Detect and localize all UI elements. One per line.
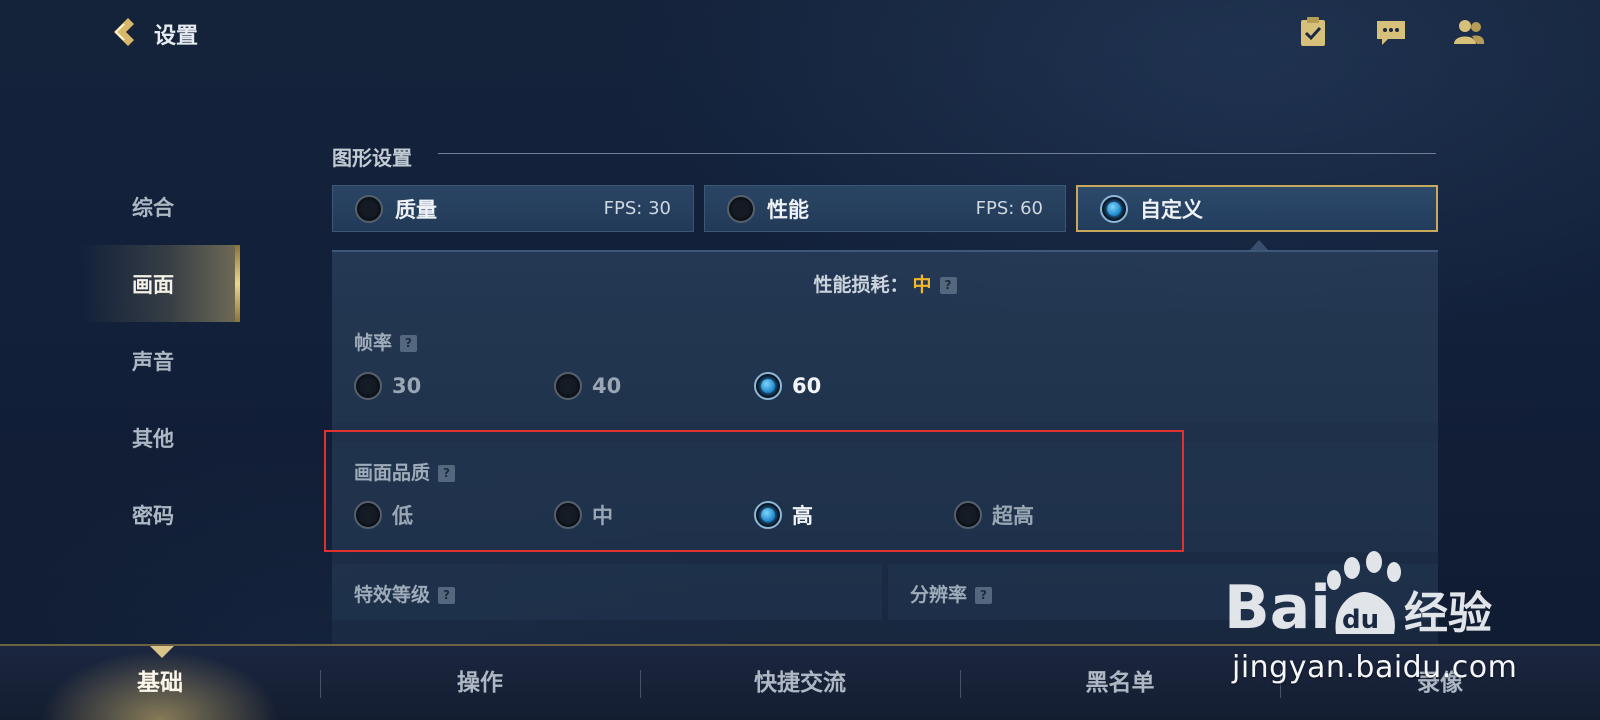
back-arrow-icon[interactable] bbox=[106, 14, 142, 50]
sidebar-item-password[interactable]: 密码 bbox=[80, 476, 240, 553]
sidebar-item-sound[interactable]: 声音 bbox=[80, 322, 240, 399]
top-bar: 设置 bbox=[0, 0, 1600, 70]
tab-basic[interactable]: 基础 bbox=[0, 658, 320, 708]
radio-icon bbox=[554, 372, 582, 400]
sidebar-item-label: 其他 bbox=[132, 426, 174, 451]
option-label: 60 bbox=[792, 374, 822, 398]
frame-rate-option[interactable]: 60 bbox=[754, 372, 821, 400]
setting-title: 帧率? bbox=[354, 328, 418, 355]
baidu-watermark-logo: Bai du 经验 bbox=[1224, 551, 1492, 643]
option-label: 30 bbox=[392, 374, 422, 398]
setting-title: 分辨率? bbox=[910, 580, 993, 607]
frame-rate-title: 帧率 bbox=[354, 332, 393, 354]
radio-selected-icon bbox=[1100, 194, 1128, 223]
chat-icon[interactable] bbox=[1374, 16, 1408, 48]
friends-icon[interactable] bbox=[1452, 16, 1486, 48]
perf-value: 中 bbox=[912, 274, 932, 296]
radio-icon bbox=[355, 194, 383, 223]
help-icon[interactable]: ? bbox=[975, 587, 993, 604]
sidebar-item-other[interactable]: 其他 bbox=[80, 399, 240, 476]
performance-cost: 性能损耗：中? bbox=[332, 270, 1438, 297]
preset-label: 自定义 bbox=[1140, 197, 1203, 222]
svg-text:经验: 经验 bbox=[1404, 588, 1492, 639]
perf-label: 性能损耗： bbox=[813, 274, 909, 296]
sidebar-item-general[interactable]: 综合 bbox=[80, 168, 240, 245]
effects-level-setting: 特效等级? bbox=[332, 564, 882, 620]
frame-rate-option[interactable]: 30 bbox=[354, 372, 421, 400]
resolution-title: 分辨率 bbox=[910, 584, 968, 606]
sidebar-item-graphics[interactable]: 画面 bbox=[80, 245, 240, 322]
help-icon[interactable]: ? bbox=[939, 277, 957, 294]
tab-quick-chat[interactable]: 快捷交流 bbox=[640, 658, 960, 708]
active-tab-indicator bbox=[150, 646, 174, 658]
radio-icon bbox=[354, 372, 382, 400]
watermark-url: jingyan.baidu.com bbox=[1232, 650, 1518, 685]
sidebar-nav: 综合 画面 声音 其他 密码 bbox=[80, 168, 240, 553]
help-icon[interactable]: ? bbox=[400, 335, 418, 352]
effects-title: 特效等级 bbox=[354, 584, 431, 606]
help-icon[interactable]: ? bbox=[438, 587, 456, 604]
preset-label: 性能 bbox=[767, 197, 809, 222]
preset-fps: FPS: 60 bbox=[975, 198, 1043, 219]
preset-performance-button[interactable]: 性能 FPS: 60 bbox=[704, 185, 1066, 232]
option-label: 40 bbox=[592, 374, 622, 398]
preset-custom-button[interactable]: 自定义 bbox=[1076, 185, 1438, 232]
radio-selected-icon bbox=[754, 372, 782, 400]
radio-icon bbox=[727, 194, 755, 223]
selection-pointer bbox=[1250, 240, 1268, 250]
section-divider bbox=[438, 153, 1436, 154]
graphics-section-title: 图形设置 bbox=[332, 146, 412, 170]
svg-text:du: du bbox=[1342, 605, 1379, 635]
page-title: 设置 bbox=[154, 24, 199, 49]
preset-quality-button[interactable]: 质量 FPS: 30 bbox=[332, 185, 694, 232]
sidebar-item-label: 声音 bbox=[132, 349, 174, 374]
frame-rate-option[interactable]: 40 bbox=[554, 372, 621, 400]
sidebar-item-label: 综合 bbox=[132, 195, 174, 220]
preset-fps: FPS: 30 bbox=[603, 198, 671, 219]
annotation-highlight-box bbox=[324, 430, 1184, 552]
frame-rate-setting: 帧率? 30 40 60 bbox=[332, 310, 1438, 422]
setting-title: 特效等级? bbox=[354, 580, 456, 607]
tab-controls[interactable]: 操作 bbox=[320, 658, 640, 708]
sidebar-item-label: 画面 bbox=[132, 272, 174, 297]
preset-label: 质量 bbox=[395, 197, 437, 222]
sidebar-item-label: 密码 bbox=[132, 503, 174, 528]
svg-text:Bai: Bai bbox=[1224, 573, 1331, 643]
task-clipboard-icon[interactable] bbox=[1296, 16, 1330, 48]
